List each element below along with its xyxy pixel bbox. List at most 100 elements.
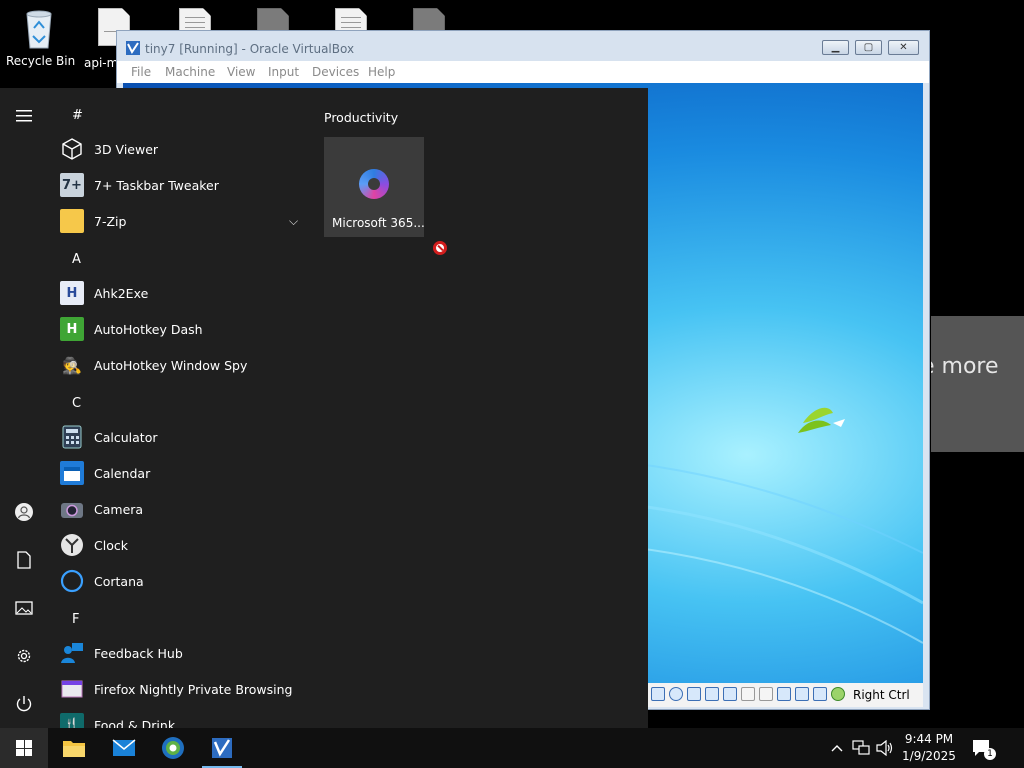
power-button[interactable] xyxy=(0,684,48,724)
app-name: AutoHotkey Window Spy xyxy=(94,357,248,373)
close-button[interactable]: ✕ xyxy=(888,40,919,55)
documents-button[interactable] xyxy=(0,540,48,580)
recording-icon[interactable] xyxy=(777,687,791,701)
start-button[interactable] xyxy=(0,728,48,768)
app-list: # 3D Viewer 7+ 7+ Taskbar Tweaker 7-Zip … xyxy=(48,88,308,728)
cpu-icon[interactable] xyxy=(795,687,809,701)
app-camera[interactable]: Camera xyxy=(60,491,310,527)
app-name: Ahk2Exe xyxy=(94,285,149,301)
menu-help[interactable]: Help xyxy=(368,65,395,79)
app-autohotkey-dash[interactable]: H AutoHotkey Dash xyxy=(60,311,310,347)
folder-icon xyxy=(63,741,85,757)
clock-icon xyxy=(60,533,84,557)
show-hidden-icons-button[interactable] xyxy=(828,728,846,768)
tile-label: Microsoft 365... xyxy=(332,216,425,230)
app-ahk2exe[interactable]: H Ahk2Exe xyxy=(60,275,310,311)
autohotkey-icon: H xyxy=(60,317,84,341)
usb-icon[interactable] xyxy=(723,687,737,701)
app-feedback-hub[interactable]: Feedback Hub xyxy=(60,635,310,671)
app-clock[interactable]: Clock xyxy=(60,527,310,563)
speaker-icon xyxy=(876,740,893,756)
network-icon[interactable] xyxy=(705,687,719,701)
tile-microsoft-365[interactable]: Microsoft 365... xyxy=(324,137,425,237)
taskbar-mail[interactable] xyxy=(100,728,148,768)
microsoft-365-icon xyxy=(359,169,389,199)
windows-logo-icon xyxy=(16,740,32,756)
feedback-hub-icon xyxy=(60,641,84,665)
app-firefox-nightly-private[interactable]: Firefox Nightly Private Browsing xyxy=(60,671,310,707)
tile-group-title[interactable]: Productivity xyxy=(324,110,398,125)
display-icon[interactable] xyxy=(759,687,773,701)
no-drop-cursor-icon xyxy=(433,241,447,255)
settings-button[interactable] xyxy=(0,636,48,676)
app-name: Feedback Hub xyxy=(94,645,183,661)
shared-folders-icon[interactable] xyxy=(741,687,755,701)
letter-header[interactable]: C xyxy=(72,396,81,411)
chevron-down-icon[interactable]: ⌵ xyxy=(289,214,298,229)
app-autohotkey-window-spy[interactable]: 🕵 AutoHotkey Window Spy xyxy=(60,347,310,383)
cortana-icon xyxy=(60,569,84,593)
virtualbox-icon xyxy=(126,41,140,55)
app-7-taskbar-tweaker[interactable]: 7+ 7+ Taskbar Tweaker xyxy=(60,167,310,203)
taskbar-virtualbox[interactable] xyxy=(198,728,246,768)
taskbar-browser[interactable] xyxy=(149,728,197,768)
spy-icon: 🕵 xyxy=(62,355,82,375)
title-bar[interactable]: tiny7 [Running] - Oracle VirtualBox ▁ ▢ … xyxy=(117,31,929,61)
chevron-up-icon xyxy=(831,745,843,752)
clock-time: 9:44 PM xyxy=(904,732,954,746)
taskbar-file-explorer[interactable] xyxy=(50,728,98,768)
app-name: AutoHotkey Dash xyxy=(94,321,203,337)
food-drink-icon: 🍴 xyxy=(60,713,84,728)
menu-input[interactable]: Input xyxy=(268,65,299,79)
user-account-button[interactable] xyxy=(0,492,48,532)
app-name: 7-Zip xyxy=(94,213,127,229)
menu-view[interactable]: View xyxy=(227,65,255,79)
desktop-icon-recycle-bin[interactable]: Recycle Bin xyxy=(6,6,75,68)
expand-menu-button[interactable] xyxy=(0,96,48,136)
menu-devices[interactable]: Devices xyxy=(312,65,359,79)
app-name: 3D Viewer xyxy=(94,141,159,157)
firefox-private-icon xyxy=(60,677,84,701)
maximize-icon: ▢ xyxy=(863,41,874,53)
app-calendar[interactable]: Calendar xyxy=(60,455,310,491)
network-tray-button[interactable] xyxy=(850,728,872,768)
mail-icon xyxy=(112,739,136,756)
letter-header[interactable]: A xyxy=(72,252,81,267)
menu-file[interactable]: File xyxy=(131,65,151,79)
menu-machine[interactable]: Machine xyxy=(165,65,215,79)
tweaker-icon: 7+ xyxy=(60,173,84,197)
pictures-icon xyxy=(15,601,33,615)
audio-icon[interactable] xyxy=(687,687,701,701)
notification-toast[interactable]: e more xyxy=(931,316,1024,452)
volume-tray-button[interactable] xyxy=(874,728,896,768)
minimize-button[interactable]: ▁ xyxy=(822,40,849,55)
app-7-zip[interactable]: 7-Zip xyxy=(60,203,310,239)
app-name: Calculator xyxy=(94,429,158,445)
app-cortana[interactable]: Cortana xyxy=(60,563,310,599)
minimize-icon: ▁ xyxy=(831,41,840,53)
app-food-drink[interactable]: 🍴 Food & Drink xyxy=(60,707,310,728)
user-icon xyxy=(15,503,33,521)
maximize-button[interactable]: ▢ xyxy=(855,40,882,55)
app-3d-viewer[interactable]: 3D Viewer xyxy=(60,131,310,167)
hard-disk-icon[interactable] xyxy=(651,687,665,701)
gear-icon xyxy=(17,649,31,663)
action-center-button[interactable]: 1 xyxy=(966,728,998,768)
toast-text: e more xyxy=(931,354,999,379)
menu-bar: File Machine View Input Devices Help xyxy=(117,61,929,83)
browser-globe-icon xyxy=(162,737,184,759)
app-name: Clock xyxy=(94,537,128,553)
letter-header[interactable]: # xyxy=(72,108,83,123)
network-icon xyxy=(852,740,870,755)
clock-button[interactable]: 9:44 PM 1/9/2025 xyxy=(900,731,958,765)
hamburger-icon xyxy=(16,110,32,122)
virtualization-icon[interactable] xyxy=(813,687,827,701)
calculator-icon xyxy=(60,425,84,449)
camera-icon xyxy=(60,497,84,521)
notification-count-badge: 1 xyxy=(984,748,996,760)
app-name: Cortana xyxy=(94,573,144,589)
letter-header[interactable]: F xyxy=(72,612,79,627)
pictures-button[interactable] xyxy=(0,588,48,628)
app-calculator[interactable]: Calculator xyxy=(60,419,310,455)
optical-drive-icon[interactable] xyxy=(669,687,683,701)
